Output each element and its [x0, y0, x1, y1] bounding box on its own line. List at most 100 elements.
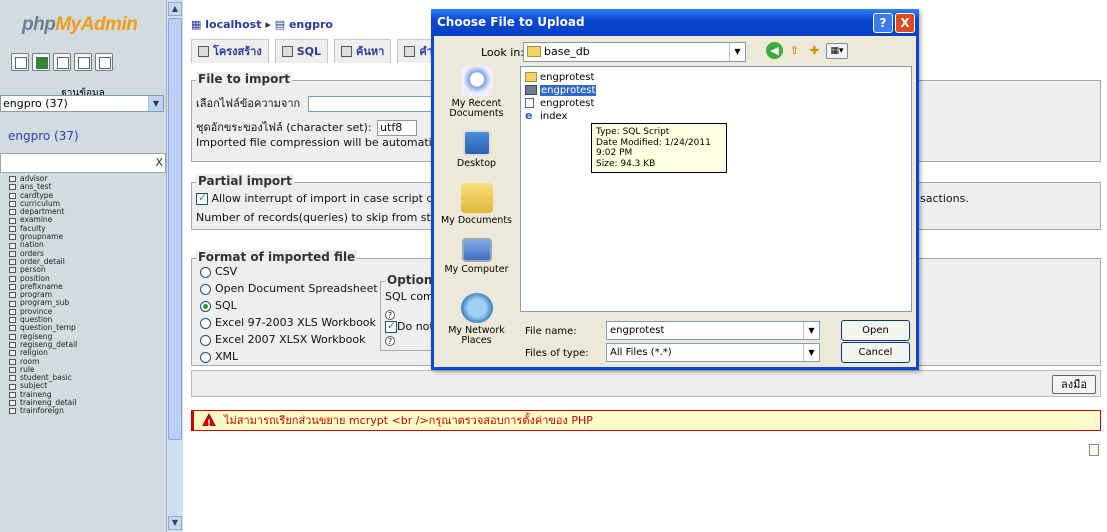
table-icon[interactable] [9, 250, 16, 257]
no-auto-value-checkbox[interactable] [385, 319, 397, 333]
table-filter-input[interactable]: X [0, 153, 166, 173]
place-network[interactable]: My Network Places [439, 293, 514, 346]
table-icon[interactable] [9, 234, 16, 241]
radio-button[interactable] [200, 351, 211, 363]
page-icon[interactable] [1089, 444, 1099, 456]
tab-structure[interactable]: โครงสร้าง [191, 39, 269, 63]
file-type-select[interactable]: All Files (*.*) ▼ [606, 343, 820, 362]
table-icon[interactable] [9, 217, 16, 224]
view-menu-icon[interactable]: ▦▾ [826, 42, 848, 59]
table-icon[interactable] [9, 184, 16, 191]
radio-button[interactable] [200, 266, 211, 278]
table-icon[interactable] [9, 408, 16, 415]
sql-query-icon[interactable] [53, 53, 71, 71]
close-button[interactable]: X [895, 13, 915, 33]
places-bar: My Recent Documents Desktop My Documents… [439, 66, 514, 346]
clear-filter-icon[interactable]: X [155, 156, 163, 169]
sidebar-scrollbar[interactable]: ▲ ▼ [166, 0, 183, 532]
new-folder-icon[interactable]: ✚ [806, 42, 823, 59]
place-desktop[interactable]: Desktop [439, 130, 514, 169]
place-my-computer[interactable]: My Computer [439, 238, 514, 275]
format-option-xls[interactable]: Excel 97-2003 XLS Workbook [200, 316, 376, 329]
breadcrumb-database[interactable]: engpro [289, 18, 333, 31]
table-icon[interactable] [9, 366, 16, 373]
up-folder-icon[interactable]: ⇧ [786, 42, 803, 59]
scroll-up-arrow-icon[interactable]: ▲ [168, 2, 182, 16]
format-option-sql[interactable]: SQL [200, 299, 237, 312]
table-name[interactable]: trainforeign [20, 407, 64, 416]
file-name-input[interactable]: engprotest ▼ [606, 321, 820, 340]
table-icon[interactable] [9, 333, 16, 340]
help-icon[interactable]: ? [385, 336, 395, 346]
format-option-ods[interactable]: Open Document Spreadsheet [200, 282, 378, 295]
file-item[interactable]: e index [525, 110, 567, 123]
radio-button[interactable] [200, 317, 211, 329]
place-recent[interactable]: My Recent Documents [439, 66, 514, 119]
table-icon[interactable] [9, 308, 16, 315]
charset-select[interactable]: utf8 [377, 120, 418, 136]
table-icon[interactable] [9, 209, 16, 216]
format-option-label: XML [215, 350, 239, 363]
chevron-down-icon[interactable]: ▼ [148, 96, 163, 111]
home-icon[interactable] [11, 53, 29, 71]
chevron-down-icon[interactable]: ▼ [803, 344, 819, 361]
back-arrow-icon[interactable]: ◀ [766, 42, 783, 59]
file-item[interactable]: engprotest [525, 71, 594, 84]
format-option-xml[interactable]: XML [200, 350, 238, 363]
table-icon[interactable] [9, 284, 16, 290]
table-icon[interactable] [9, 317, 16, 324]
radio-button[interactable] [200, 334, 211, 346]
table-icon[interactable] [9, 325, 16, 332]
format-option-xlsx[interactable]: Excel 2007 XLSX Workbook [200, 333, 365, 346]
tab-label: ค้นหา [356, 44, 385, 58]
tab-search[interactable]: ค้นหา [334, 39, 392, 63]
chevron-down-icon[interactable]: ▼ [803, 322, 819, 339]
table-icon[interactable] [9, 259, 16, 266]
table-icon[interactable] [9, 201, 16, 208]
chevron-down-icon[interactable]: ▼ [729, 43, 745, 61]
open-button[interactable]: Open [841, 320, 910, 341]
table-icon[interactable] [9, 225, 16, 232]
radio-button-selected[interactable] [200, 300, 211, 312]
table-icon[interactable] [9, 192, 16, 199]
database-title-link[interactable]: engpro (37) [8, 129, 79, 143]
cancel-button[interactable]: Cancel [841, 342, 910, 363]
table-icon[interactable] [9, 242, 16, 249]
database-select[interactable]: engpro (37) ▼ [0, 95, 164, 112]
table-icon[interactable] [9, 267, 16, 274]
table-icon[interactable] [9, 383, 16, 390]
help-icon[interactable] [95, 53, 113, 71]
table-icon[interactable] [9, 292, 16, 299]
allow-interrupt-checkbox[interactable] [196, 191, 208, 205]
dialog-title-bar[interactable]: Choose File to Upload ? X [431, 9, 919, 36]
file-item-selected[interactable]: engprotest [525, 84, 597, 97]
scroll-down-arrow-icon[interactable]: ▼ [168, 516, 182, 530]
table-icon[interactable] [9, 275, 16, 282]
table-icon[interactable] [9, 400, 16, 407]
table-icon[interactable] [9, 176, 16, 183]
breadcrumb-server[interactable]: localhost [205, 18, 261, 31]
phpmyadmin-logo[interactable]: phpMyAdmin [22, 14, 138, 36]
format-option-label: Excel 97-2003 XLS Workbook [215, 316, 376, 329]
file-item[interactable]: engprotest [525, 97, 594, 110]
help-button[interactable]: ? [873, 13, 893, 33]
format-option-csv[interactable]: CSV [200, 265, 237, 278]
scrollbar-thumb[interactable] [168, 18, 182, 440]
go-button[interactable]: ลงมือ [1052, 375, 1096, 394]
go-bar: ลงมือ [191, 370, 1101, 397]
table-icon[interactable] [9, 350, 16, 357]
file-path-input[interactable] [307, 96, 448, 112]
table-icon[interactable] [9, 358, 16, 365]
table-list-item[interactable]: trainforeign [9, 407, 77, 415]
tab-sql[interactable]: SQL [274, 39, 329, 63]
documentation-icon[interactable] [74, 53, 92, 71]
radio-button[interactable] [200, 283, 211, 295]
file-list[interactable]: engprotest engprotest engprotest e index… [520, 66, 912, 312]
table-icon[interactable] [9, 342, 16, 349]
place-my-documents[interactable]: My Documents [439, 183, 514, 226]
look-in-select[interactable]: base_db ▼ [523, 42, 746, 62]
table-icon[interactable] [9, 375, 16, 382]
exit-icon[interactable] [32, 53, 50, 71]
table-icon[interactable] [9, 300, 16, 307]
table-icon[interactable] [9, 391, 16, 398]
